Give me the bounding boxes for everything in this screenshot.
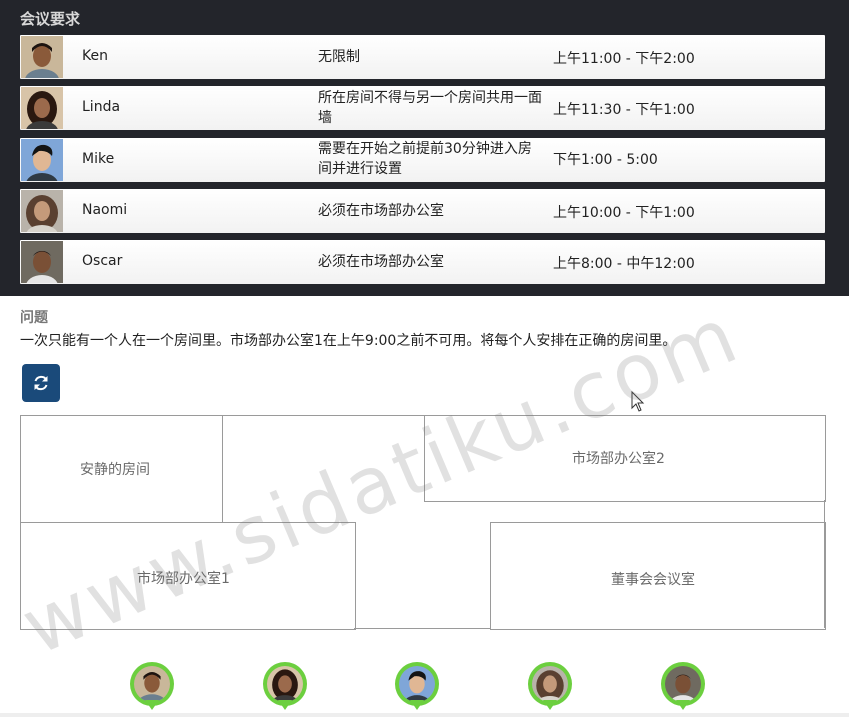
requirements-panel: 会议要求 Ken 无限制 上午11:00 - 下午2:00 Linda 所在房间… <box>0 0 849 296</box>
reset-button[interactable] <box>22 364 60 402</box>
wall-bottom-corridor <box>354 628 490 629</box>
requirement-text: 必须在市场部办公室 <box>318 254 444 270</box>
requirement-row-naomi: Naomi 必须在市场部办公室 上午10:00 - 下午1:00 <box>20 189 825 233</box>
time-range: 上午11:30 - 下午1:00 <box>553 102 695 118</box>
draggable-avatar-naomi[interactable] <box>528 662 572 710</box>
draggable-avatar-linda[interactable] <box>263 662 307 710</box>
section-title: 会议要求 <box>20 10 81 28</box>
room-label-quiet: 安静的房间 <box>80 462 150 478</box>
avatar-ken <box>21 36 63 78</box>
requirement-row-linda: Linda 所在房间不得与另一个房间共用一面墙 上午11:30 - 下午1:00 <box>20 86 825 130</box>
avatar-oscar <box>21 241 63 283</box>
time-range: 上午11:00 - 下午2:00 <box>553 51 695 67</box>
person-name: Linda <box>82 99 121 115</box>
person-name: Mike <box>82 151 115 167</box>
mouse-cursor-icon <box>631 390 645 417</box>
time-range: 上午8:00 - 中午12:00 <box>553 256 695 272</box>
avatar-linda <box>21 87 63 129</box>
avatar-mike <box>21 139 63 181</box>
room-label-marketing1: 市场部办公室1 <box>137 571 230 587</box>
draggable-avatar-ken[interactable] <box>130 662 174 710</box>
room-label-marketing2: 市场部办公室2 <box>572 451 665 467</box>
question-title: 问题 <box>20 310 48 326</box>
avatar-naomi <box>21 190 63 232</box>
person-name: Oscar <box>82 253 123 269</box>
draggable-avatar-oscar[interactable] <box>661 662 705 710</box>
person-name: Naomi <box>82 202 128 218</box>
room-label-boardroom: 董事会会议室 <box>611 572 695 588</box>
time-range: 下午1:00 - 5:00 <box>553 152 658 168</box>
person-name: Ken <box>82 48 108 64</box>
requirement-row-ken: Ken 无限制 上午11:00 - 下午2:00 <box>20 35 825 79</box>
requirement-text: 所在房间不得与另一个房间共用一面墙 <box>318 90 542 126</box>
requirement-text: 需要在开始之前提前30分钟进入房间并进行设置 <box>318 141 532 177</box>
requirement-text: 无限制 <box>318 49 360 65</box>
time-range: 上午10:00 - 下午1:00 <box>553 205 695 221</box>
requirement-row-oscar: Oscar 必须在市场部办公室 上午8:00 - 中午12:00 <box>20 240 825 284</box>
wall-top-corridor <box>221 415 425 416</box>
refresh-icon <box>34 375 48 391</box>
requirement-text: 必须在市场部办公室 <box>318 203 444 219</box>
requirement-row-mike: Mike 需要在开始之前提前30分钟进入房间并进行设置 下午1:00 - 5:0… <box>20 138 825 182</box>
bottom-divider <box>0 713 849 717</box>
draggable-avatar-mike[interactable] <box>395 662 439 710</box>
question-text: 一次只能有一个人在一个房间里。市场部办公室1在上午9:00之前不可用。将每个人安… <box>20 333 677 349</box>
